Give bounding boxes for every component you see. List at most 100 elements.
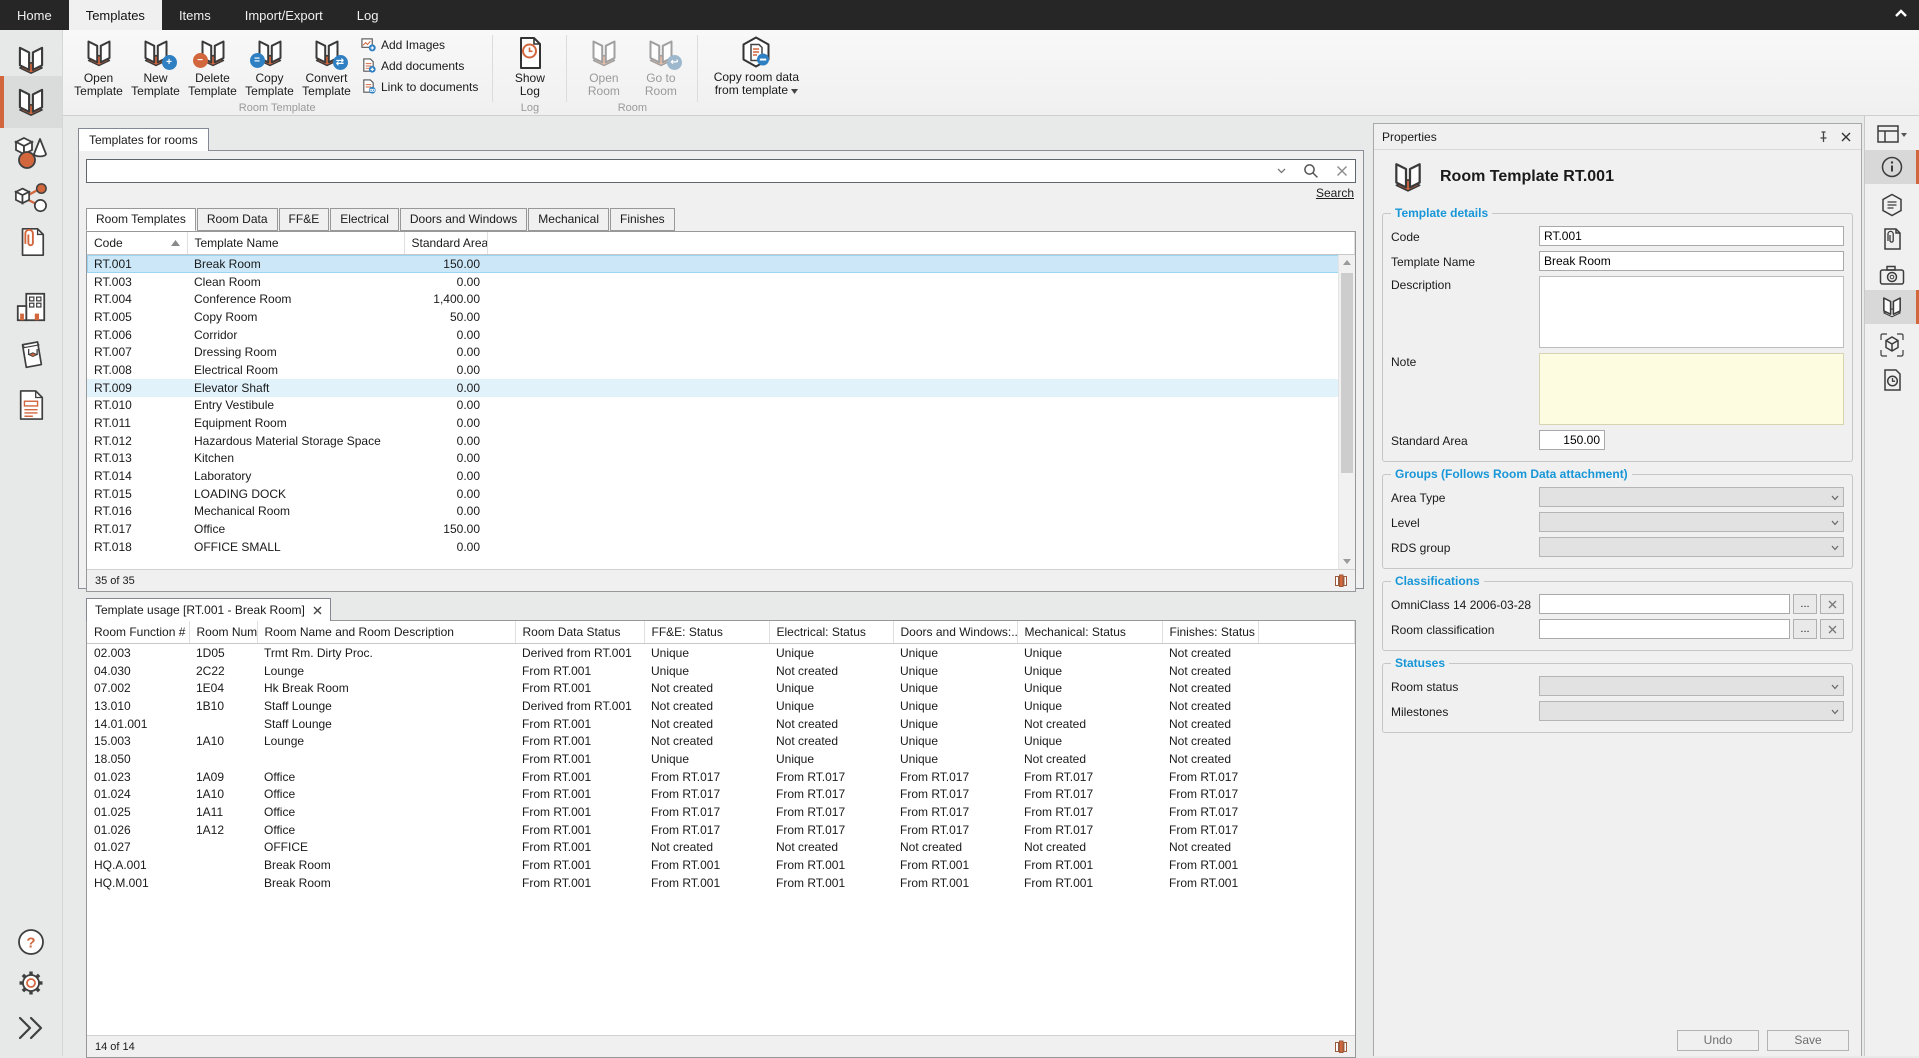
convert-template-button[interactable]: ⇄ConvertTemplate: [298, 33, 355, 98]
scroll-up-icon[interactable]: [1339, 255, 1355, 270]
strip-item-model[interactable]: [1865, 328, 1919, 362]
copy-room-data-button[interactable]: Copy room data from template: [706, 33, 806, 97]
template-row-rt-001[interactable]: RT.001Break Room150.00: [87, 255, 1355, 273]
usage-row-hq-m-001[interactable]: HQ.M.001Break RoomFrom RT.001From RT.001…: [87, 874, 1355, 892]
menu-tab-home[interactable]: Home: [0, 0, 69, 30]
template-row-rt-008[interactable]: RT.008Electrical Room0.00: [87, 361, 1355, 379]
undo-button[interactable]: Undo: [1677, 1030, 1759, 1051]
strip-item-camera[interactable]: [1865, 258, 1919, 292]
standard-area-field[interactable]: [1539, 430, 1605, 450]
document-tab-templates-for-rooms[interactable]: Templates for rooms: [78, 128, 209, 151]
template-row-rt-011[interactable]: RT.011Equipment Room0.00: [87, 414, 1355, 432]
menu-tab-log[interactable]: Log: [340, 0, 396, 30]
template-row-rt-015[interactable]: RT.015LOADING DOCK0.00: [87, 485, 1355, 503]
template-row-rt-009[interactable]: RT.009Elevator Shaft0.00: [87, 379, 1355, 397]
usage-column-room-data-status[interactable]: Room Data Status: [515, 621, 644, 644]
sidebar-item-building[interactable]: [0, 286, 62, 328]
link-to-documents-button[interactable]: Link to documents: [361, 79, 478, 94]
column-header-template-name[interactable]: Template Name: [187, 232, 404, 255]
copy-template-button[interactable]: =CopyTemplate: [241, 33, 298, 98]
usage-column-room-name-and-room-description[interactable]: Room Name and Room Description: [257, 621, 515, 644]
column-header-standard-area[interactable]: Standard Area: [404, 232, 487, 255]
usage-row-hq-a-001[interactable]: HQ.A.001Break RoomFrom RT.001From RT.001…: [87, 856, 1355, 874]
tab-ff-e[interactable]: FF&E: [279, 208, 330, 231]
usage-row-01-025[interactable]: 01.0251A11OfficeFrom RT.001From RT.017Fr…: [87, 803, 1355, 821]
tab-electrical[interactable]: Electrical: [330, 208, 399, 231]
usage-tab[interactable]: Template usage [RT.001 - Break Room]: [86, 598, 331, 621]
usage-row-07-002[interactable]: 07.0021E04Hk Break RoomFrom RT.001Not cr…: [87, 679, 1355, 697]
strip-item-room-template[interactable]: [1865, 290, 1919, 324]
pin-icon[interactable]: [1812, 129, 1835, 145]
clear-search-icon[interactable]: [1336, 165, 1348, 177]
usage-column-ff-e-status[interactable]: FF&E: Status: [644, 621, 769, 644]
template-name-field[interactable]: [1539, 251, 1844, 271]
usage-column-finishes-status[interactable]: Finishes: Status: [1162, 621, 1258, 644]
new-template-button[interactable]: +NewTemplate: [127, 33, 184, 98]
sidebar-item-report[interactable]: [0, 384, 62, 426]
template-row-rt-014[interactable]: RT.014Laboratory0.00: [87, 467, 1355, 485]
usage-row-01-024[interactable]: 01.0241A10OfficeFrom RT.001From RT.017Fr…: [87, 786, 1355, 804]
sidebar-item-help[interactable]: ?: [0, 922, 62, 962]
template-row-rt-012[interactable]: RT.012Hazardous Material Storage Space0.…: [87, 432, 1355, 450]
template-row-rt-005[interactable]: RT.005Copy Room50.00: [87, 308, 1355, 326]
search-icon[interactable]: [1303, 163, 1319, 179]
template-row-rt-010[interactable]: RT.010Entry Vestibule0.00: [87, 397, 1355, 415]
search-input[interactable]: [87, 162, 1270, 180]
usage-column-room-function[interactable]: Room Function #: [87, 621, 189, 644]
template-row-rt-013[interactable]: RT.013Kitchen0.00: [87, 450, 1355, 468]
add-documents-button[interactable]: Add documents: [361, 58, 478, 73]
column-header-code[interactable]: Code: [87, 232, 187, 255]
usage-row-04-030[interactable]: 04.0302C22LoungeFrom RT.001UniqueNot cre…: [87, 662, 1355, 680]
sidebar-item-catalog[interactable]: [0, 336, 62, 378]
tab-room-data[interactable]: Room Data: [197, 208, 278, 231]
close-panel-icon[interactable]: [1835, 130, 1857, 144]
show-log-button[interactable]: Show Log: [501, 33, 558, 98]
strip-item-attachment[interactable]: [1865, 222, 1919, 256]
usage-column-mechanical-status[interactable]: Mechanical: Status: [1017, 621, 1162, 644]
room-classification-clear-button[interactable]: [1820, 619, 1844, 639]
save-button[interactable]: Save: [1767, 1030, 1849, 1051]
template-row-rt-007[interactable]: RT.007Dressing Room0.00: [87, 343, 1355, 361]
template-row-rt-017[interactable]: RT.017Office150.00: [87, 520, 1355, 538]
usage-row-15-003[interactable]: 15.0031A10LoungeFrom RT.001Not createdNo…: [87, 732, 1355, 750]
room-classification-field[interactable]: [1539, 619, 1790, 639]
strip-item-datasheet[interactable]: [1865, 188, 1919, 222]
strip-item-history-log[interactable]: [1865, 363, 1919, 397]
note-field[interactable]: [1539, 353, 1844, 425]
strip-item-panel-layout[interactable]: [1865, 118, 1919, 152]
usage-row-01-026[interactable]: 01.0261A12OfficeFrom RT.001From RT.017Fr…: [87, 821, 1355, 839]
usage-column-doors-and-windows[interactable]: Doors and Windows:...: [893, 621, 1017, 644]
tab-doors-and-windows[interactable]: Doors and Windows: [400, 208, 527, 231]
room-status-dropdown[interactable]: [1539, 676, 1844, 696]
scroll-down-icon[interactable]: [1339, 554, 1355, 569]
sidebar-item-room-templates[interactable]: [0, 76, 62, 128]
search-link[interactable]: Search: [1316, 186, 1354, 200]
template-row-rt-016[interactable]: RT.016Mechanical Room0.00: [87, 503, 1355, 521]
template-row-rt-003[interactable]: RT.003Clean Room0.00: [87, 273, 1355, 291]
usage-column-room-number[interactable]: Room Number: [189, 621, 257, 644]
rds-group-dropdown[interactable]: [1539, 537, 1844, 557]
omniclass-14-2006-03-28-field[interactable]: [1539, 594, 1790, 614]
menu-tab-templates[interactable]: Templates: [69, 0, 162, 30]
usage-row-14-01-001[interactable]: 14.01.001Staff LoungeFrom RT.001Not crea…: [87, 715, 1355, 733]
close-usage-tab-icon[interactable]: [313, 606, 322, 615]
room-classification-browse-button[interactable]: ...: [1793, 619, 1817, 639]
usage-column-electrical-status[interactable]: Electrical: Status: [769, 621, 893, 644]
ribbon-collapse-icon[interactable]: [1893, 7, 1909, 21]
description-field[interactable]: [1539, 276, 1844, 348]
sidebar-item-items[interactable]: [0, 132, 62, 172]
sidebar-item-item-network[interactable]: [0, 178, 62, 218]
area-type-dropdown[interactable]: [1539, 487, 1844, 507]
usage-row-01-023[interactable]: 01.0231A09OfficeFrom RT.001From RT.017Fr…: [87, 768, 1355, 786]
level-dropdown[interactable]: [1539, 512, 1844, 532]
open-template-button[interactable]: OpenTemplate: [70, 33, 127, 98]
field-chooser-icon[interactable]: [1335, 574, 1347, 587]
template-row-rt-018[interactable]: RT.018OFFICE SMALL0.00: [87, 538, 1355, 556]
omniclass-14-2006-03-28-clear-button[interactable]: [1820, 594, 1844, 614]
sidebar-item-attachments[interactable]: [0, 222, 62, 262]
omniclass-14-2006-03-28-browse-button[interactable]: ...: [1793, 594, 1817, 614]
usage-row-02-003[interactable]: 02.0031D05Trmt Rm. Dirty Proc.Derived fr…: [87, 644, 1355, 662]
tab-mechanical[interactable]: Mechanical: [528, 208, 609, 231]
template-row-rt-006[interactable]: RT.006Corridor0.00: [87, 326, 1355, 344]
sidebar-item-settings[interactable]: [0, 962, 62, 1004]
